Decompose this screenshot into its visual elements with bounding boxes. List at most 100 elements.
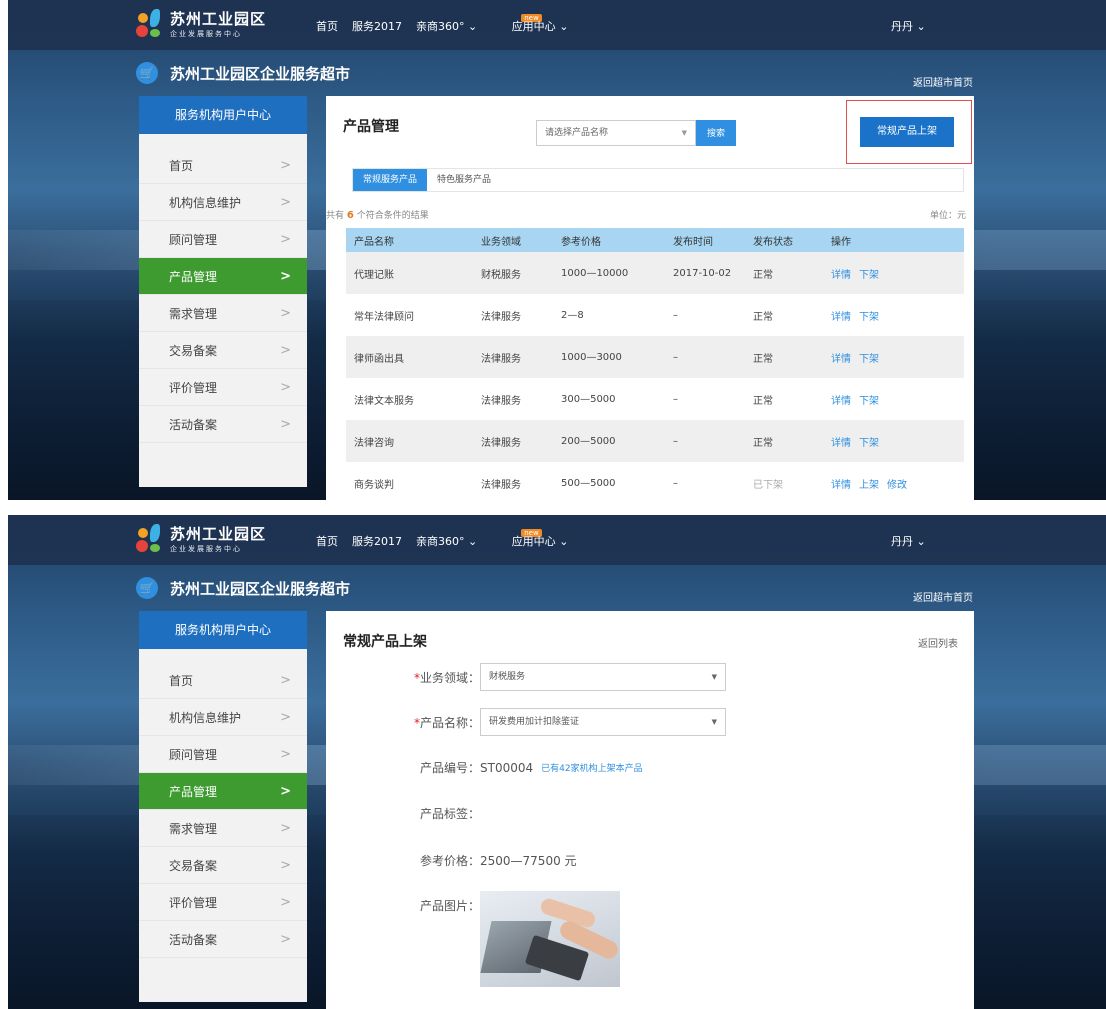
chevron-right-icon: > [280,231,291,247]
detail-link[interactable]: 详情 [831,396,851,407]
result-count: 共有 6 个符合条件的结果 [326,210,429,221]
top-navbar: 苏州工业园区 企业发展服务中心 首页 服务2017 亲商360° ⌄new 应用… [8,0,1106,50]
business-domain-select[interactable]: 财税服务 ▼ [480,663,726,691]
table-row: 律师函出具 法律服务 1000—3000 – 正常 详情 下架 [346,336,964,378]
screenshot-product-upload: 苏州工业园区 企业发展服务中心 首页 服务2017 亲商360° ⌄new 应用… [8,515,1106,1009]
edit-link[interactable]: 修改 [887,480,907,491]
chevron-right-icon: > [280,894,291,910]
sidebar-item-advisors[interactable]: 顾问管理 > [139,221,307,258]
caret-down-icon: ▼ [711,673,717,681]
search-button[interactable]: 搜索 [696,120,736,146]
detail-link[interactable]: 详情 [831,270,851,281]
offline-link[interactable]: 下架 [859,396,879,407]
product-image [480,891,620,987]
nav-app-center[interactable]: 应用中心 ⌄ [512,18,569,34]
sidebar-item-products[interactable]: 产品管理 > [139,258,307,295]
detail-link[interactable]: 详情 [831,354,851,365]
market-title: 苏州工业园区企业服务超市 [170,579,351,598]
market-title: 苏州工业园区企业服务超市 [170,64,351,83]
site-logo[interactable]: 苏州工业园区 企业发展服务中心 [136,523,266,554]
chevron-right-icon: > [280,157,291,173]
chevron-right-icon: > [280,416,291,432]
main-nav: 首页 服务2017 亲商360° ⌄new 应用中心 ⌄ [316,14,569,34]
upload-product-button[interactable]: 常规产品上架 [860,117,954,147]
logo-title: 苏州工业园区 [170,10,267,28]
table-row: 法律咨询 法律服务 200—5000 – 正常 详情 下架 [346,420,964,462]
tab-regular-products[interactable]: 常规服务产品 [353,169,428,191]
table-row: 代理记账 财税服务 1000—10000 2017-10-02 正常 详情 下架 [346,252,964,294]
chevron-down-icon: ⌄ [559,20,569,33]
back-to-list-link[interactable]: 返回列表 [918,635,958,650]
nav-app-center[interactable]: 应用中心 ⌄ [512,533,569,549]
chevron-right-icon: > [280,672,291,688]
offline-link[interactable]: 下架 [859,354,879,365]
user-menu[interactable]: 丹丹 ⌄ [891,533,926,549]
chevron-right-icon: > [280,342,291,358]
online-link[interactable]: 上架 [859,480,879,491]
offline-link[interactable]: 下架 [859,438,879,449]
user-menu[interactable]: 丹丹 ⌄ [891,18,926,34]
chevron-down-icon: ⌄ [916,535,926,548]
logo-subtitle: 企业发展服务中心 [170,30,242,38]
nav-service2017[interactable]: 服务2017 [352,18,402,34]
detail-link[interactable]: 详情 [831,480,851,491]
sidebar-item-home[interactable]: 首页 > [139,147,307,184]
chevron-right-icon: > [280,194,291,210]
product-list-panel: 产品管理 请选择产品名称 ▼ 搜索 常规产品上架 常规服务产品 特色服务产品 共有… [326,96,974,500]
sidebar-item-events[interactable]: 活动备案 > [139,406,307,443]
form-row-tags: 产品标签： [419,807,480,821]
table-row: 常年法律顾问 法律服务 2—8 – 正常 详情 下架 [354,309,879,323]
product-tabs: 常规服务产品 特色服务产品 [352,168,964,192]
logo-mark-icon [136,8,166,39]
logo-mark-icon [136,523,166,554]
sidebar-item-reviews[interactable]: 评价管理 > [139,884,307,921]
sidebar-item-org-info[interactable]: 机构信息维护 > [139,184,307,221]
sidebar-item-demands[interactable]: 需求管理 > [139,810,307,847]
detail-link[interactable]: 详情 [831,312,851,323]
site-logo[interactable]: 苏州工业园区 企业发展服务中心 [136,8,266,39]
sidebar-item-transactions[interactable]: 交易备案 > [139,332,307,369]
form-row-code: 产品编号： ST00004 已有42家机构上架本产品 [419,760,643,776]
product-name-select[interactable]: 请选择产品名称 ▼ [536,120,696,146]
sidebar-item-advisors[interactable]: 顾问管理 > [139,736,307,773]
sidebar-item-reviews[interactable]: 评价管理 > [139,369,307,406]
product-upload-panel: 常规产品上架 返回列表 *业务领域： 财税服务 ▼ *产品名称： 研发费用加计扣除… [326,611,974,1009]
nav-qinshang360[interactable]: 亲商360° ⌄new [416,14,542,34]
caret-down-icon: ▼ [711,718,717,726]
chevron-down-icon: ⌄ [559,535,569,548]
sidebar-item-products[interactable]: 产品管理 > [139,773,307,810]
sidebar-title: 服务机构用户中心 [139,611,307,649]
tab-special-products[interactable]: 特色服务产品 [427,169,501,191]
chevron-right-icon: > [280,783,291,799]
back-home-link[interactable]: 返回超市首页 [913,589,973,604]
sidebar-item-transactions[interactable]: 交易备案 > [139,847,307,884]
chevron-down-icon: ⌄ [468,20,478,33]
page-title: 常规产品上架 [343,634,427,650]
offline-link[interactable]: 下架 [859,270,879,281]
offline-link[interactable]: 下架 [859,312,879,323]
detail-link[interactable]: 详情 [831,438,851,449]
product-code: ST00004 [480,760,534,775]
form-row-name: *产品名称： 研发费用加计扣除鉴证 ▼ [366,708,726,736]
caret-down-icon: ▼ [681,129,687,137]
chevron-right-icon: > [280,746,291,762]
cart-icon: 🛒 [136,62,158,84]
table-row: 法律文本服务 法律服务 300—5000 – 正常 详情 下架 [354,393,879,407]
nav-qinshang360[interactable]: 亲商360° ⌄new [416,529,542,549]
product-name-select[interactable]: 研发费用加计扣除鉴证 ▼ [480,708,726,736]
sidebar: 服务机构用户中心 首页 > 机构信息维护 > 顾问管理 > 产品管理 > 需求管理 > 交… [139,611,307,1002]
sidebar-item-home[interactable]: 首页 > [139,662,307,699]
sidebar-item-demands[interactable]: 需求管理 > [139,295,307,332]
chevron-right-icon: > [280,709,291,725]
sidebar-item-org-info[interactable]: 机构信息维护 > [139,699,307,736]
nav-home[interactable]: 首页 [316,533,338,549]
org-count-note[interactable]: 已有42家机构上架本产品 [541,761,642,774]
back-home-link[interactable]: 返回超市首页 [913,74,973,89]
screenshot-product-list: 苏州工业园区 企业发展服务中心 首页 服务2017 亲商360° ⌄new 应用… [8,0,1106,500]
nav-home[interactable]: 首页 [316,18,338,34]
nav-service2017[interactable]: 服务2017 [352,533,402,549]
chevron-right-icon: > [280,379,291,395]
table-header: 产品名称 业务领域 参考价格 发布时间 发布状态 操作 [346,228,964,252]
top-navbar: 苏州工业园区 企业发展服务中心 首页 服务2017 亲商360° ⌄new 应用… [8,515,1106,565]
sidebar-item-events[interactable]: 活动备案 > [139,921,307,958]
